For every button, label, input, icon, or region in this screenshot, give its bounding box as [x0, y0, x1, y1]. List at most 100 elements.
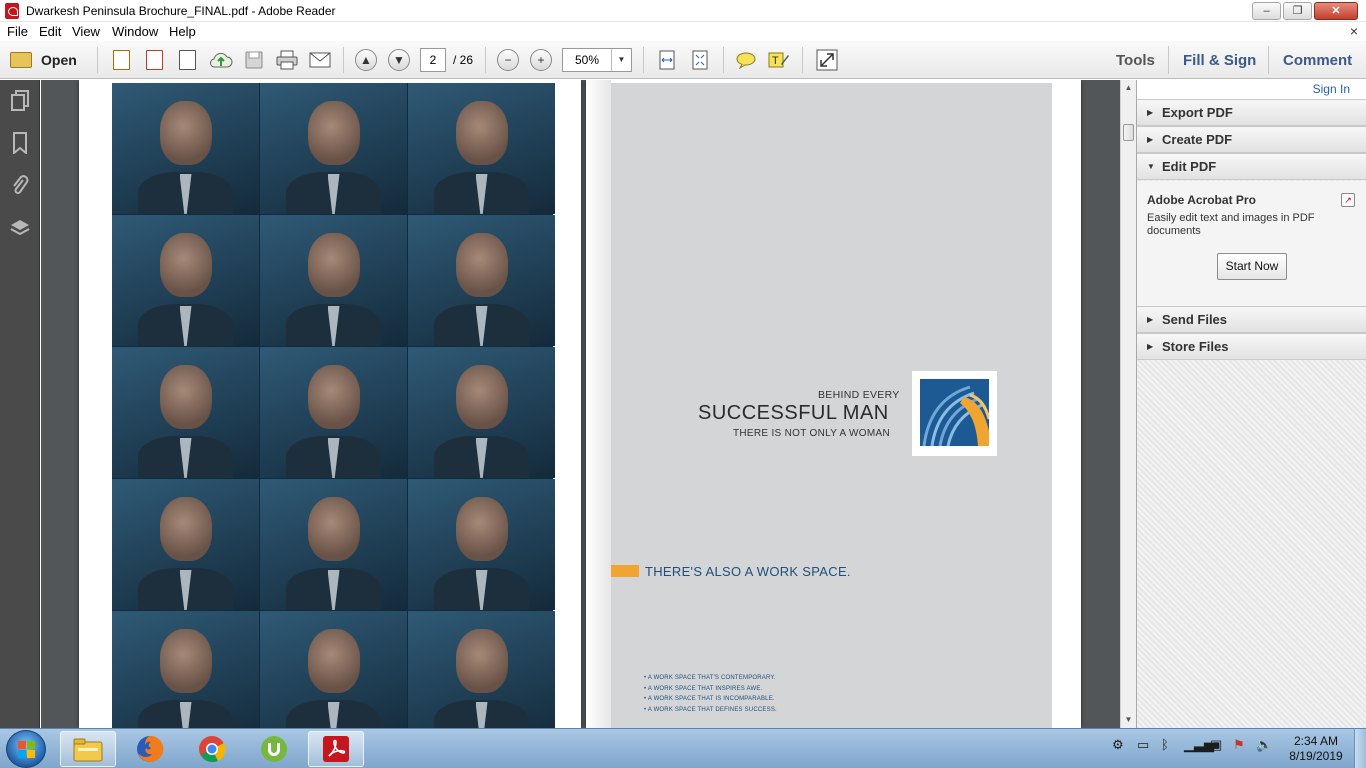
full-screen-icon[interactable]: [815, 48, 839, 72]
security-icon[interactable]: ▣: [1210, 737, 1222, 753]
network-tool-icon[interactable]: ⚙: [1112, 737, 1124, 753]
zoom-out-button[interactable]: −: [497, 48, 519, 72]
open-label: Open: [41, 52, 77, 68]
taskbar-file-explorer[interactable]: [60, 731, 116, 767]
triangle-down-icon: ▼: [1147, 162, 1155, 171]
fit-width-icon[interactable]: [656, 48, 678, 72]
svg-text:T: T: [772, 55, 779, 67]
brochure-panel: BEHIND EVERY SUCCESSFUL MAN THERE IS NOT…: [586, 80, 1052, 728]
triangle-right-icon: ▶: [1147, 315, 1154, 324]
toolbar-separator: [802, 47, 803, 73]
portrait-photo: [260, 215, 407, 346]
taskbar-chrome[interactable]: [184, 731, 240, 767]
portrait-photo: [408, 83, 555, 214]
vertical-scrollbar[interactable]: ▲ ▼: [1120, 80, 1136, 728]
section-create-pdf[interactable]: ▶ Create PDF: [1137, 126, 1366, 153]
close-button[interactable]: ✕: [1314, 2, 1358, 20]
toolbar-separator: [1168, 46, 1169, 74]
sign-in-link[interactable]: Sign In: [1313, 82, 1350, 96]
toolbar: Open ▲ ▼: [0, 41, 1366, 79]
taskbar-adobe-reader[interactable]: [308, 731, 364, 767]
portrait-photo: [112, 347, 259, 478]
show-desktop-button[interactable]: [1354, 729, 1366, 768]
document-view[interactable]: BEHIND EVERY SUCCESSFUL MAN THERE IS NOT…: [41, 80, 1120, 728]
portrait-photo: [408, 347, 555, 478]
zoom-in-button[interactable]: +: [530, 48, 552, 72]
section-send-files[interactable]: ▶ Send Files: [1137, 306, 1366, 333]
acrobat-pro-description: Easily edit text and images in PDF docum…: [1147, 212, 1315, 237]
external-link-icon[interactable]: ↗: [1341, 193, 1355, 207]
portrait-photo: [112, 83, 259, 214]
menu-edit[interactable]: Edit: [39, 24, 61, 39]
bullet-item: • A WORK SPACE THAT INSPIRES AWE.: [644, 685, 763, 692]
close-document-icon[interactable]: ×: [1350, 23, 1358, 39]
page-number-input[interactable]: 2: [420, 48, 446, 72]
save-icon[interactable]: [243, 48, 265, 72]
tagline-not-only: THERE IS NOT ONLY A WOMAN: [733, 428, 890, 439]
attachments-icon[interactable]: [9, 174, 31, 196]
previous-page-button[interactable]: ▲: [355, 48, 377, 72]
start-now-button[interactable]: Start Now: [1217, 253, 1287, 280]
scroll-up-arrow-icon[interactable]: ▲: [1121, 80, 1136, 96]
section-edit-pdf[interactable]: ▼ Edit PDF: [1137, 153, 1366, 180]
section-label: Send Files: [1162, 312, 1228, 327]
taskbar-utorrent[interactable]: [246, 731, 302, 767]
toolbar-separator: [97, 47, 98, 73]
layers-icon[interactable]: [9, 218, 31, 240]
volume-icon[interactable]: 🔈: [1256, 737, 1272, 753]
toolbar-separator: [723, 47, 724, 73]
scroll-down-arrow-icon[interactable]: ▼: [1121, 712, 1136, 728]
create-pdf-icon[interactable]: [110, 48, 132, 72]
portrait-photo: [408, 215, 555, 346]
toolbar-separator: [1268, 46, 1269, 74]
bullet-item: • A WORK SPACE THAT DEFINES SUCCESS.: [644, 706, 777, 713]
restore-button[interactable]: ❐: [1283, 2, 1312, 20]
pdf-page-left: [79, 80, 581, 728]
scroll-thumb[interactable]: [1123, 124, 1134, 141]
open-button[interactable]: Open: [10, 48, 77, 72]
arrow-down-icon: ▼: [388, 49, 410, 71]
clock-time: 2:34 AM: [1293, 734, 1339, 748]
bookmarks-icon[interactable]: [9, 132, 31, 156]
menu-view[interactable]: View: [72, 24, 100, 39]
menu-file[interactable]: File: [7, 24, 28, 39]
email-icon[interactable]: [308, 48, 332, 72]
convert-pdf-icon[interactable]: [143, 48, 165, 72]
menu-window[interactable]: Window: [112, 24, 158, 39]
section-store-files[interactable]: ▶ Store Files: [1137, 333, 1366, 360]
triangle-right-icon: ▶: [1147, 108, 1154, 117]
highlight-text-icon[interactable]: T: [768, 48, 790, 72]
upload-cloud-icon[interactable]: [209, 48, 233, 72]
zoom-select[interactable]: 50% ▼: [562, 48, 632, 72]
portrait-photo: [112, 215, 259, 346]
fill-and-sign-link[interactable]: Fill & Sign: [1183, 52, 1256, 69]
comment-link[interactable]: Comment: [1283, 52, 1352, 69]
tools-link[interactable]: Tools: [1116, 52, 1155, 69]
page-count: / 26: [453, 53, 474, 67]
menu-help[interactable]: Help: [169, 24, 196, 39]
edit-document-icon[interactable]: [176, 48, 198, 72]
print-icon[interactable]: [275, 48, 299, 72]
page-thumbnails-icon[interactable]: [9, 90, 31, 112]
next-page-button[interactable]: ▼: [388, 48, 410, 72]
section-label: Store Files: [1162, 339, 1229, 354]
windows-logo-icon: [18, 741, 35, 758]
section-label: Create PDF: [1162, 132, 1233, 147]
pdf-page-right: BEHIND EVERY SUCCESSFUL MAN THERE IS NOT…: [586, 80, 1081, 728]
action-center-icon[interactable]: ⚑: [1233, 737, 1245, 753]
display-icon[interactable]: ▭: [1137, 737, 1149, 753]
plus-icon: +: [530, 49, 552, 71]
chevron-down-icon[interactable]: ▼: [611, 49, 631, 71]
bluetooth-icon[interactable]: ᛒ: [1161, 737, 1169, 752]
minimize-button[interactable]: –: [1252, 2, 1281, 20]
portrait-photo: [260, 611, 407, 728]
section-export-pdf[interactable]: ▶ Export PDF: [1137, 99, 1366, 126]
start-button[interactable]: [6, 730, 46, 768]
portrait-photo: [408, 479, 555, 610]
system-clock[interactable]: 2:34 AM 8/19/2019: [1284, 734, 1348, 764]
sticky-note-icon[interactable]: [735, 48, 757, 72]
taskbar-firefox[interactable]: [122, 731, 178, 767]
portrait-photo: [112, 611, 259, 728]
bullet-item: • A WORK SPACE THAT'S CONTEMPORARY.: [644, 675, 776, 681]
fit-page-icon[interactable]: [689, 48, 711, 72]
